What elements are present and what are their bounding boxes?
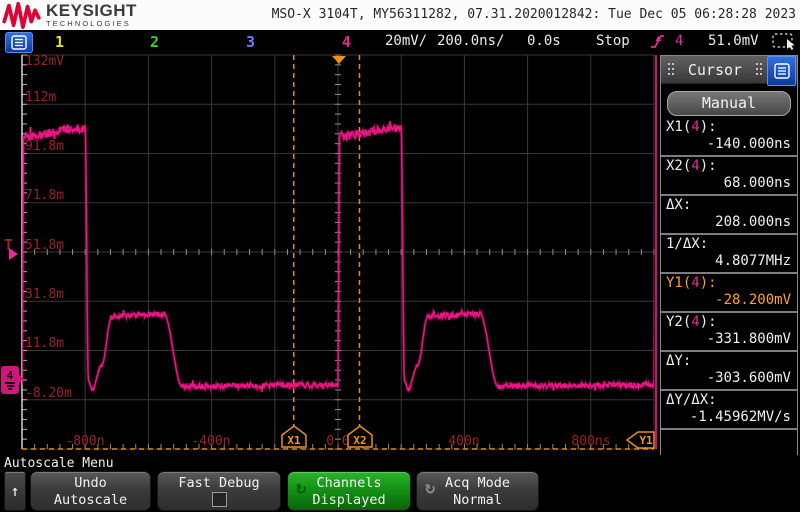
softkey-menu-title: Autoscale Menu [4, 456, 114, 471]
cursor-x1-marker[interactable]: X1 [280, 425, 308, 449]
cursor-panel: Cursor Manual X1(4): -140.000ns X2(4): 6… [660, 55, 798, 456]
readout-value: -28.200mV [661, 292, 797, 309]
fast-debug-button[interactable]: Fast Debug [157, 471, 281, 511]
cursor-panel-title: Cursor [661, 61, 769, 79]
readout-value: 208.000ns [661, 214, 797, 231]
v-axis-label: 51.8m [25, 239, 64, 252]
main-menu-button[interactable] [5, 32, 33, 53]
run-state-readout[interactable]: Stop [596, 33, 630, 49]
v-axis-label: 11.8m [25, 337, 64, 350]
keysight-logo-icon [2, 1, 42, 29]
svg-text:X1: X1 [287, 434, 301, 447]
channel-1-button[interactable]: 1 [55, 33, 64, 51]
channel-4-ground-arrow-icon [18, 374, 24, 384]
readout-value: -303.600mV [661, 370, 797, 387]
trigger-level-readout[interactable]: 51.0mV [708, 33, 759, 49]
back-up-button[interactable]: ↑ [4, 471, 26, 511]
timebase-readout[interactable]: 200.0ns/ [437, 33, 504, 49]
vertical-scale-readout[interactable]: 20mV/ [385, 33, 427, 49]
readout-slope: ΔY/ΔX: -1.45962MV/s [661, 391, 797, 430]
t-axis-label: -400n [181, 435, 241, 448]
drag-grip-icon[interactable] [756, 63, 763, 76]
undo-autoscale-button[interactable]: Undo Autoscale [30, 471, 151, 511]
v-axis-label: 71.8m [25, 189, 64, 202]
v-axis-label: 112m [25, 91, 56, 104]
v-axis-label: -8.20m [25, 387, 72, 400]
v-axis-label: 132mV [25, 55, 64, 68]
t-axis-label: -800n [55, 435, 115, 448]
top-bar: KEYSIGHT TECHNOLOGIES MSO-X 3104T, MY563… [0, 0, 800, 30]
brand-subtitle: TECHNOLOGIES [46, 19, 137, 28]
channel-3-button[interactable]: 3 [246, 33, 255, 51]
graticule [0, 53, 658, 455]
cursor-readouts: X1(4): -140.000ns X2(4): 68.000ns ΔX: 20… [661, 118, 797, 430]
readout-value: -1.45962MV/s [661, 409, 797, 426]
menu-list-icon [774, 63, 790, 79]
t-axis-label: 800ns [561, 435, 621, 448]
trigger-edge-icon [650, 33, 665, 50]
brand-name: KEYSIGHT [46, 2, 137, 19]
softkey-bar: Autoscale Menu ↑ Undo Autoscale Fast Deb… [0, 455, 800, 512]
refresh-icon: ↻ [296, 478, 306, 498]
readout-delta-x: ΔX: 208.000ns [661, 196, 797, 235]
trigger-source-readout[interactable]: 4 [675, 33, 683, 49]
channel-2-button[interactable]: 2 [150, 33, 159, 51]
waveform-display: 132mV 112m 91.8m 71.8m 51.8m 31.8m 11.8m… [0, 53, 658, 455]
status-bar: 1 2 3 4 20mV/ 200.0ns/ 0.0s Stop 4 51.0m… [0, 30, 800, 53]
trigger-level-arrow-icon[interactable] [9, 248, 18, 260]
readout-delta-y: ΔY: -303.600mV [661, 352, 797, 391]
oscilloscope-screen: KEYSIGHT TECHNOLOGIES MSO-X 3104T, MY563… [0, 0, 800, 512]
menu-list-icon [11, 35, 27, 50]
cursor-x2-marker[interactable]: X2 [346, 425, 374, 449]
svg-text:Y1: Y1 [639, 434, 653, 447]
channel-4-ground-marker[interactable]: 4 [1, 366, 19, 394]
selection-tool-icon[interactable] [772, 33, 797, 51]
svg-text:X2: X2 [353, 434, 366, 447]
channels-displayed-button[interactable]: ↻ Channels Displayed [287, 471, 411, 511]
v-axis-label: 31.8m [25, 288, 64, 301]
readout-value: -140.000ns [661, 136, 797, 153]
t-axis-label: 400n [434, 435, 494, 448]
brand-block: KEYSIGHT TECHNOLOGIES [46, 2, 137, 28]
readout-y1: Y1(4): -28.200mV [661, 274, 797, 313]
acq-mode-button[interactable]: ↻ Acq Mode Normal [416, 471, 539, 511]
readout-x1: X1(4): -140.000ns [661, 118, 797, 157]
readout-y2: Y2(4): -331.800mV [661, 313, 797, 352]
cursor-menu-button[interactable] [767, 56, 796, 86]
readout-inv-delta-x: 1/ΔX: 4.8077MHz [661, 235, 797, 274]
cursor-y1-marker[interactable]: Y1 [626, 430, 656, 451]
instrument-title: MSO-X 3104T, MY56311282, 07.31.202001284… [272, 7, 796, 22]
trigger-time-marker[interactable] [331, 55, 347, 65]
v-axis-label: 91.8m [25, 140, 64, 153]
refresh-icon: ↻ [425, 478, 435, 498]
readout-x2: X2(4): 68.000ns [661, 157, 797, 196]
delay-readout[interactable]: 0.0s [527, 33, 561, 49]
ground-icon [5, 382, 15, 384]
fast-debug-checkbox[interactable] [212, 492, 227, 507]
readout-value: 68.000ns [661, 175, 797, 192]
readout-value: -331.800mV [661, 331, 797, 348]
clipped-trace-edge [655, 55, 657, 449]
cursor-mode-button[interactable]: Manual [667, 91, 791, 116]
channel-4-button[interactable]: 4 [342, 33, 351, 51]
readout-value: 4.8077MHz [661, 253, 797, 270]
